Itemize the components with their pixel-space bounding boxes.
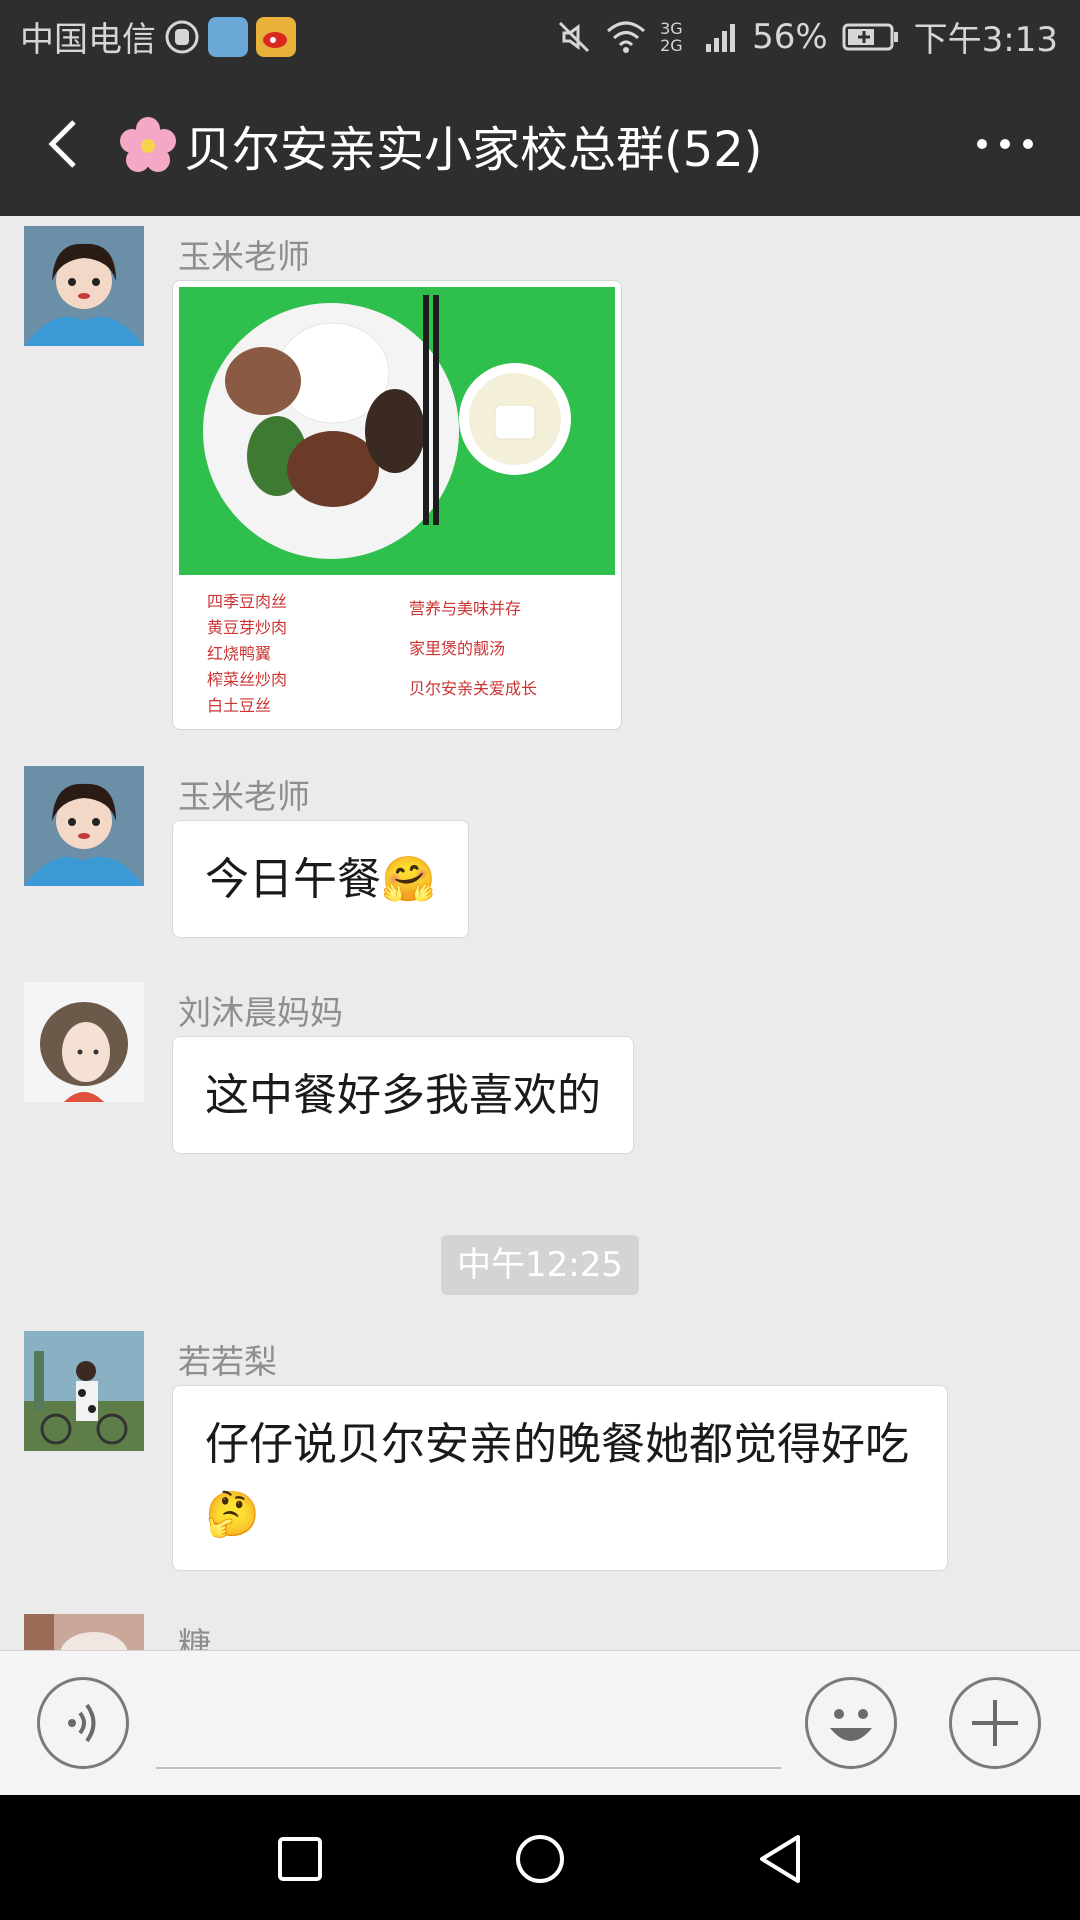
more-options-icon[interactable] xyxy=(970,124,1040,164)
message-list[interactable]: 玉米老师 四季豆肉丝 黄豆芽炒肉 红烧鸭翼 榨菜丝炒肉 白土豆丝 营养与美味并存… xyxy=(0,216,1080,1650)
grinning-emoji-icon: 🤗 xyxy=(381,854,436,905)
avatar[interactable] xyxy=(24,766,144,886)
home-icon[interactable] xyxy=(514,1833,566,1885)
food-image[interactable]: 四季豆肉丝 黄豆芽炒肉 红烧鸭翼 榨菜丝炒肉 白土豆丝 营养与美味并存 家里煲的… xyxy=(172,280,622,730)
message-text: 今日午餐 xyxy=(205,854,381,905)
smiley-icon xyxy=(830,1709,872,1741)
avatar[interactable] xyxy=(24,982,144,1102)
wifi-icon xyxy=(607,21,646,53)
system-nav-bar xyxy=(0,1795,1080,1920)
back-nav-icon[interactable] xyxy=(754,1833,806,1885)
back-arrow-icon[interactable] xyxy=(36,114,96,174)
message-bubble[interactable]: 今日午餐🤗 xyxy=(172,820,469,938)
message-bubble[interactable]: 仔仔说贝尔安亲的晚餐她都觉得好吃 🤔 xyxy=(172,1385,948,1571)
avatar[interactable] xyxy=(24,226,144,346)
message-input[interactable] xyxy=(156,1767,781,1769)
cherry-blossom-icon xyxy=(120,117,176,172)
signal-icon xyxy=(706,23,736,52)
input-bar xyxy=(0,1650,1080,1796)
sender-name: 玉米老师 xyxy=(178,777,310,816)
thinking-emoji-icon: 🤔 xyxy=(205,1489,260,1540)
notification-hand-icon xyxy=(165,20,199,53)
voice-button[interactable] xyxy=(37,1677,129,1769)
battery-percent: 56% xyxy=(752,16,828,57)
recent-apps-icon[interactable] xyxy=(276,1835,324,1883)
time-divider: 中午12:25 xyxy=(441,1235,639,1295)
mute-icon xyxy=(559,21,590,52)
weibo-icon xyxy=(256,16,296,57)
sender-name: 刘沐晨妈妈 xyxy=(178,993,343,1032)
sender-name: 若若梨 xyxy=(178,1342,277,1381)
message-text: 这中餐好多我喜欢的 xyxy=(205,1070,601,1121)
image-caption-right: 营养与美味并存 家里煲的靓汤 贝尔安亲关爱成长 xyxy=(409,599,538,698)
emoji-button[interactable] xyxy=(805,1677,897,1769)
image-caption-left: 四季豆肉丝 黄豆芽炒肉 红烧鸭翼 榨菜丝炒肉 白土豆丝 xyxy=(207,592,288,715)
chat-header: 贝尔安亲实小家校总群(52) xyxy=(0,74,1080,216)
avatar[interactable] xyxy=(24,1331,144,1451)
lunch-photo xyxy=(179,287,615,575)
plus-icon xyxy=(972,1700,1018,1746)
network-type-label: 3G 2G xyxy=(660,18,683,55)
chat-title: 贝尔安亲实小家校总群(52) xyxy=(118,110,763,180)
message-bubble[interactable]: 这中餐好多我喜欢的 xyxy=(172,1036,634,1154)
more-functions-button[interactable] xyxy=(949,1677,1041,1769)
chat-title-text: 贝尔安亲实小家校总群(52) xyxy=(184,122,763,178)
sender-name: 糖 xyxy=(178,1625,211,1650)
app-notification-icon xyxy=(208,16,248,57)
sender-name: 玉米老师 xyxy=(178,237,310,276)
avatar[interactable] xyxy=(24,1614,144,1650)
status-bar: 中国电信 3G 2G 56% 下午3:13 xyxy=(0,0,1080,74)
status-time: 下午3:13 xyxy=(913,20,1058,60)
voice-icon xyxy=(68,1703,96,1743)
carrier-label: 中国电信 xyxy=(20,20,156,60)
battery-charging-icon xyxy=(842,23,898,50)
message-text: 仔仔说贝尔安亲的晚餐她都觉得好吃 xyxy=(205,1419,909,1470)
